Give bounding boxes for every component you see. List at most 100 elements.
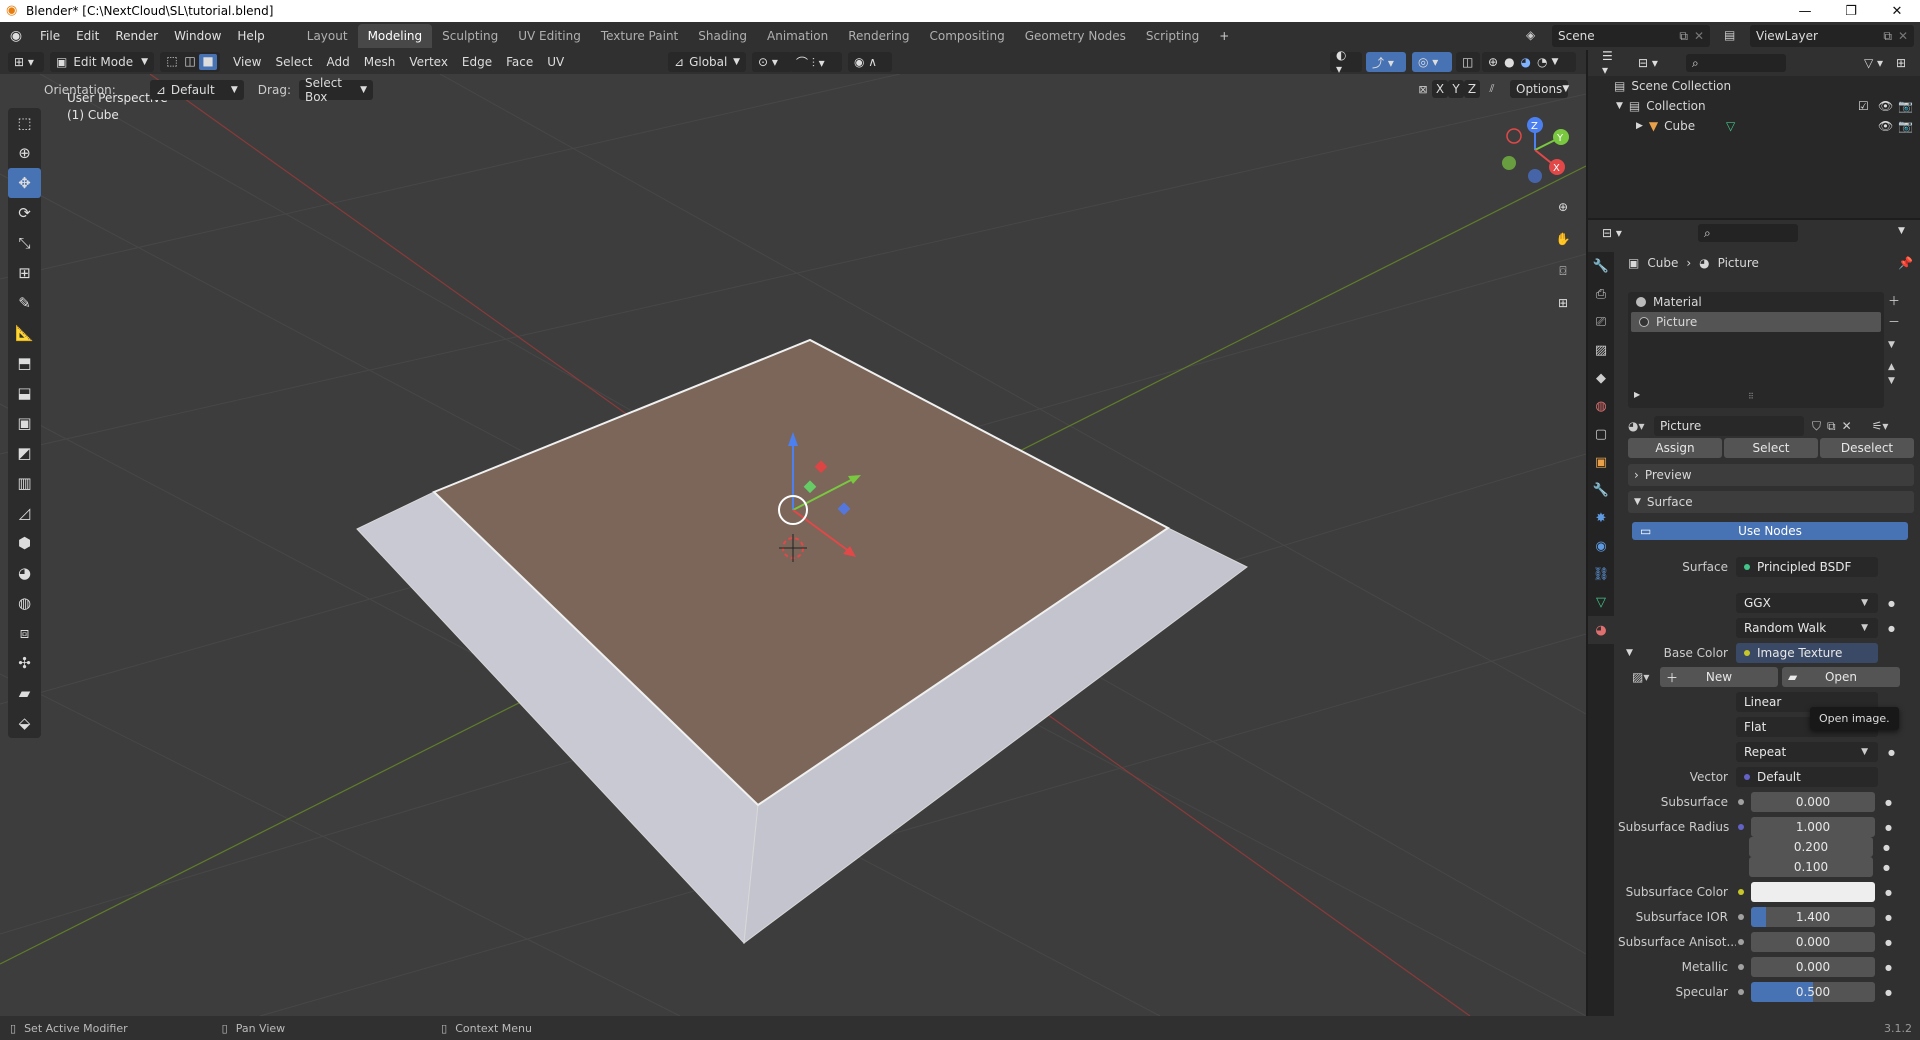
keyframe-dot-icon[interactable]: ●: [1885, 938, 1892, 947]
orientation-selector[interactable]: ⊿ Default ▼: [149, 80, 244, 100]
resize-handle-icon[interactable]: ⠿: [1748, 392, 1754, 401]
plus-icon[interactable]: ＋: [1888, 292, 1900, 309]
tab-sculpting[interactable]: Sculpting: [432, 24, 508, 48]
menu-view[interactable]: View: [226, 55, 268, 69]
fake-user-icon[interactable]: ⛉: [1812, 419, 1821, 434]
tab-modeling[interactable]: Modeling: [357, 24, 433, 48]
eye-icon[interactable]: 👁: [1878, 119, 1893, 133]
poly-build-tool-icon[interactable]: ⬢: [8, 528, 41, 558]
minus-icon[interactable]: －: [1888, 313, 1900, 330]
tab-layout[interactable]: Layout: [297, 24, 358, 48]
drag-selector[interactable]: Select Box ▼: [298, 76, 373, 104]
subsurface-ior-slider[interactable]: 1.400: [1751, 907, 1875, 927]
solid-shading-icon[interactable]: ●: [1504, 55, 1514, 69]
camera-icon[interactable]: 📷: [1898, 119, 1913, 133]
duplicate-icon[interactable]: ⧉: [1827, 419, 1836, 434]
tab-scripting[interactable]: Scripting: [1136, 24, 1209, 48]
loop-cut-tool-icon[interactable]: ▥: [8, 468, 41, 498]
display-mode-icon[interactable]: ⊟ ▾: [1632, 53, 1664, 73]
keyframe-dot-icon[interactable]: ●: [1885, 988, 1892, 997]
overlay-toggle[interactable]: ◎ ▾: [1412, 52, 1452, 72]
surface-shader-field[interactable]: Principled BSDF: [1736, 557, 1878, 577]
copy-scene-icon[interactable]: ⧉: [1679, 29, 1688, 44]
menu-select[interactable]: Select: [268, 55, 319, 69]
eye-icon[interactable]: 👁: [1878, 99, 1893, 113]
remove-viewlayer-icon[interactable]: ✕: [1898, 29, 1908, 43]
material-shading-icon[interactable]: ◕: [1521, 55, 1531, 69]
keyframe-dot-icon[interactable]: ●: [1885, 963, 1892, 972]
menu-face[interactable]: Face: [499, 55, 540, 69]
new-collection-icon[interactable]: ⊞: [1896, 56, 1906, 70]
move-tool-icon[interactable]: ✥: [8, 168, 41, 198]
output-tab-icon[interactable]: ⎚: [1588, 308, 1614, 336]
rendered-shading-icon[interactable]: ◔: [1537, 55, 1547, 69]
menu-file[interactable]: File: [32, 29, 68, 43]
tab-compositing[interactable]: Compositing: [919, 24, 1014, 48]
scene-icon[interactable]: ◈: [1526, 28, 1535, 42]
blender-menu-icon[interactable]: ◉: [0, 28, 32, 44]
specular-slider[interactable]: 0.500: [1751, 982, 1875, 1002]
viewlayer-icon[interactable]: ▤: [1724, 28, 1735, 42]
menu-edge[interactable]: Edge: [455, 55, 499, 69]
preview-panel-header[interactable]: › Preview: [1628, 464, 1914, 486]
topology-mirror-icon[interactable]: ⫽: [1480, 82, 1504, 96]
keyframe-dot-icon[interactable]: ●: [1888, 624, 1895, 633]
vector-field[interactable]: Default: [1736, 767, 1878, 787]
subsurface-anisotropy-field[interactable]: 0.000: [1751, 932, 1875, 952]
select-button[interactable]: Select: [1724, 438, 1818, 458]
outliner-row-cube[interactable]: ▶ ▼ Cube ▽ 👁 📷: [1588, 116, 1920, 136]
checkbox-icon[interactable]: ☑: [1858, 99, 1869, 113]
distribution-dropdown[interactable]: GGX ▼: [1736, 593, 1878, 613]
visibility-toggle[interactable]: ◐ ▾: [1330, 48, 1362, 76]
camera-icon[interactable]: 📷: [1898, 99, 1913, 113]
edge-select-icon[interactable]: ◫: [181, 54, 199, 70]
edge-slide-tool-icon[interactable]: ⧈: [8, 618, 41, 648]
maximize-button[interactable]: ❐: [1828, 0, 1874, 22]
scene-tab-icon[interactable]: ◆: [1588, 364, 1614, 392]
options-menu[interactable]: Options ▼: [1510, 80, 1569, 98]
node-link-icon[interactable]: ⚟▾: [1872, 419, 1889, 433]
bevel-tool-icon[interactable]: ◩: [8, 438, 41, 468]
material-tab-icon[interactable]: ◕: [1588, 616, 1614, 644]
metallic-field[interactable]: 0.000: [1751, 957, 1875, 977]
3d-viewport[interactable]: Z Y X User Perspective (1) Cube Orientat…: [0, 74, 1586, 1016]
subsurface-radius-y-field[interactable]: 0.200: [1749, 837, 1873, 857]
tab-shading[interactable]: Shading: [688, 24, 757, 48]
keyframe-dot-icon[interactable]: ●: [1888, 599, 1895, 608]
navigation-gizmo[interactable]: Z Y X: [1502, 117, 1569, 183]
constraints-tab-icon[interactable]: ⛓: [1588, 560, 1614, 588]
gizmo-toggle[interactable]: ⤴ ▾: [1366, 52, 1406, 72]
rotate-tool-icon[interactable]: ⟳: [8, 198, 41, 228]
measure-tool-icon[interactable]: 📐: [8, 318, 41, 348]
face-select-icon[interactable]: ■: [199, 54, 217, 70]
image-icon[interactable]: ▨▾: [1632, 670, 1660, 684]
tab-uv-editing[interactable]: UV Editing: [508, 24, 591, 48]
search-input[interactable]: ⌕: [1698, 224, 1798, 242]
chevron-right-icon[interactable]: ▶: [1636, 121, 1643, 131]
filter-icon[interactable]: ▽ ▾: [1864, 56, 1883, 70]
mirror-x-toggle[interactable]: X: [1432, 80, 1448, 98]
particles-tab-icon[interactable]: ✸: [1588, 504, 1614, 532]
physics-tab-icon[interactable]: ◉: [1588, 532, 1614, 560]
collection-tab-icon[interactable]: ▢: [1588, 420, 1614, 448]
extension-dropdown[interactable]: Repeat ▼: [1736, 742, 1878, 762]
inset-tool-icon[interactable]: ▣: [8, 408, 41, 438]
extrude-tool-icon[interactable]: ⬓: [8, 378, 41, 408]
add-cube-tool-icon[interactable]: ⬒: [8, 348, 41, 378]
auto-merge-icon[interactable]: ⊠: [1414, 83, 1432, 96]
add-workspace-button[interactable]: +: [1209, 24, 1239, 48]
chevron-down-icon[interactable]: ▼: [1616, 101, 1623, 111]
menu-window[interactable]: Window: [166, 29, 229, 43]
deselect-button[interactable]: Deselect: [1820, 438, 1914, 458]
grid-icon[interactable]: ⊞: [1550, 290, 1576, 316]
material-slot-row[interactable]: Picture: [1631, 312, 1881, 332]
chevron-down-icon[interactable]: ▼: [1898, 226, 1905, 236]
spin-tool-icon[interactable]: ◕: [8, 558, 41, 588]
close-button[interactable]: ✕: [1874, 0, 1920, 22]
search-input[interactable]: ⌕: [1686, 54, 1786, 72]
mesh-data-icon[interactable]: ▽: [1726, 119, 1735, 133]
hand-icon[interactable]: ✋: [1550, 226, 1576, 252]
chevron-down-icon[interactable]: ▼: [1626, 648, 1633, 658]
keyframe-dot-icon[interactable]: ●: [1885, 798, 1892, 807]
copy-viewlayer-icon[interactable]: ⧉: [1883, 29, 1892, 44]
